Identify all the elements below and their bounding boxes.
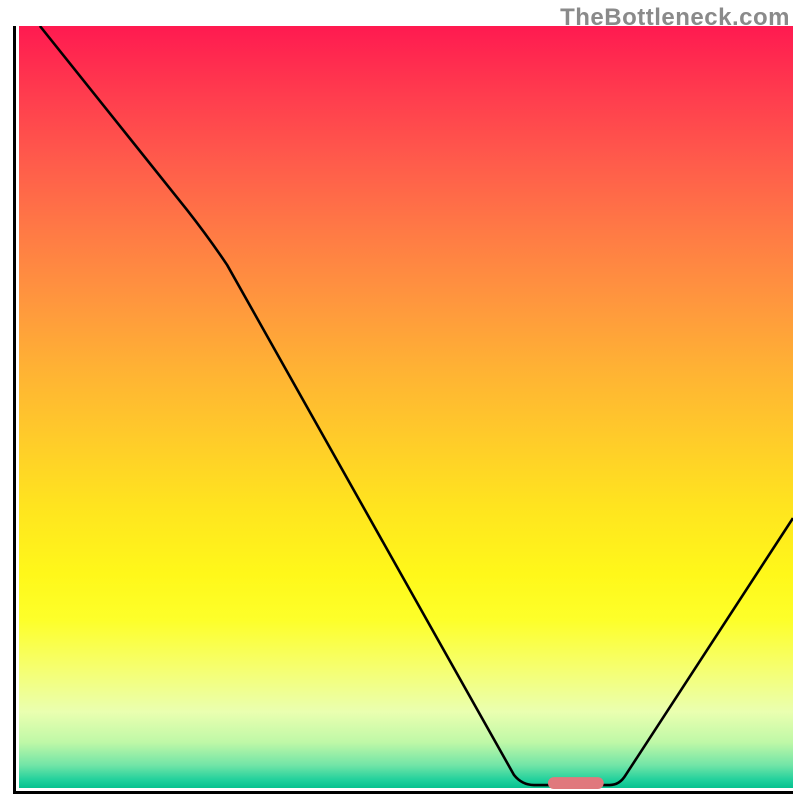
background-gradient — [19, 26, 793, 788]
chart-frame: TheBottleneck.com — [0, 0, 800, 800]
plot-area — [13, 26, 793, 794]
